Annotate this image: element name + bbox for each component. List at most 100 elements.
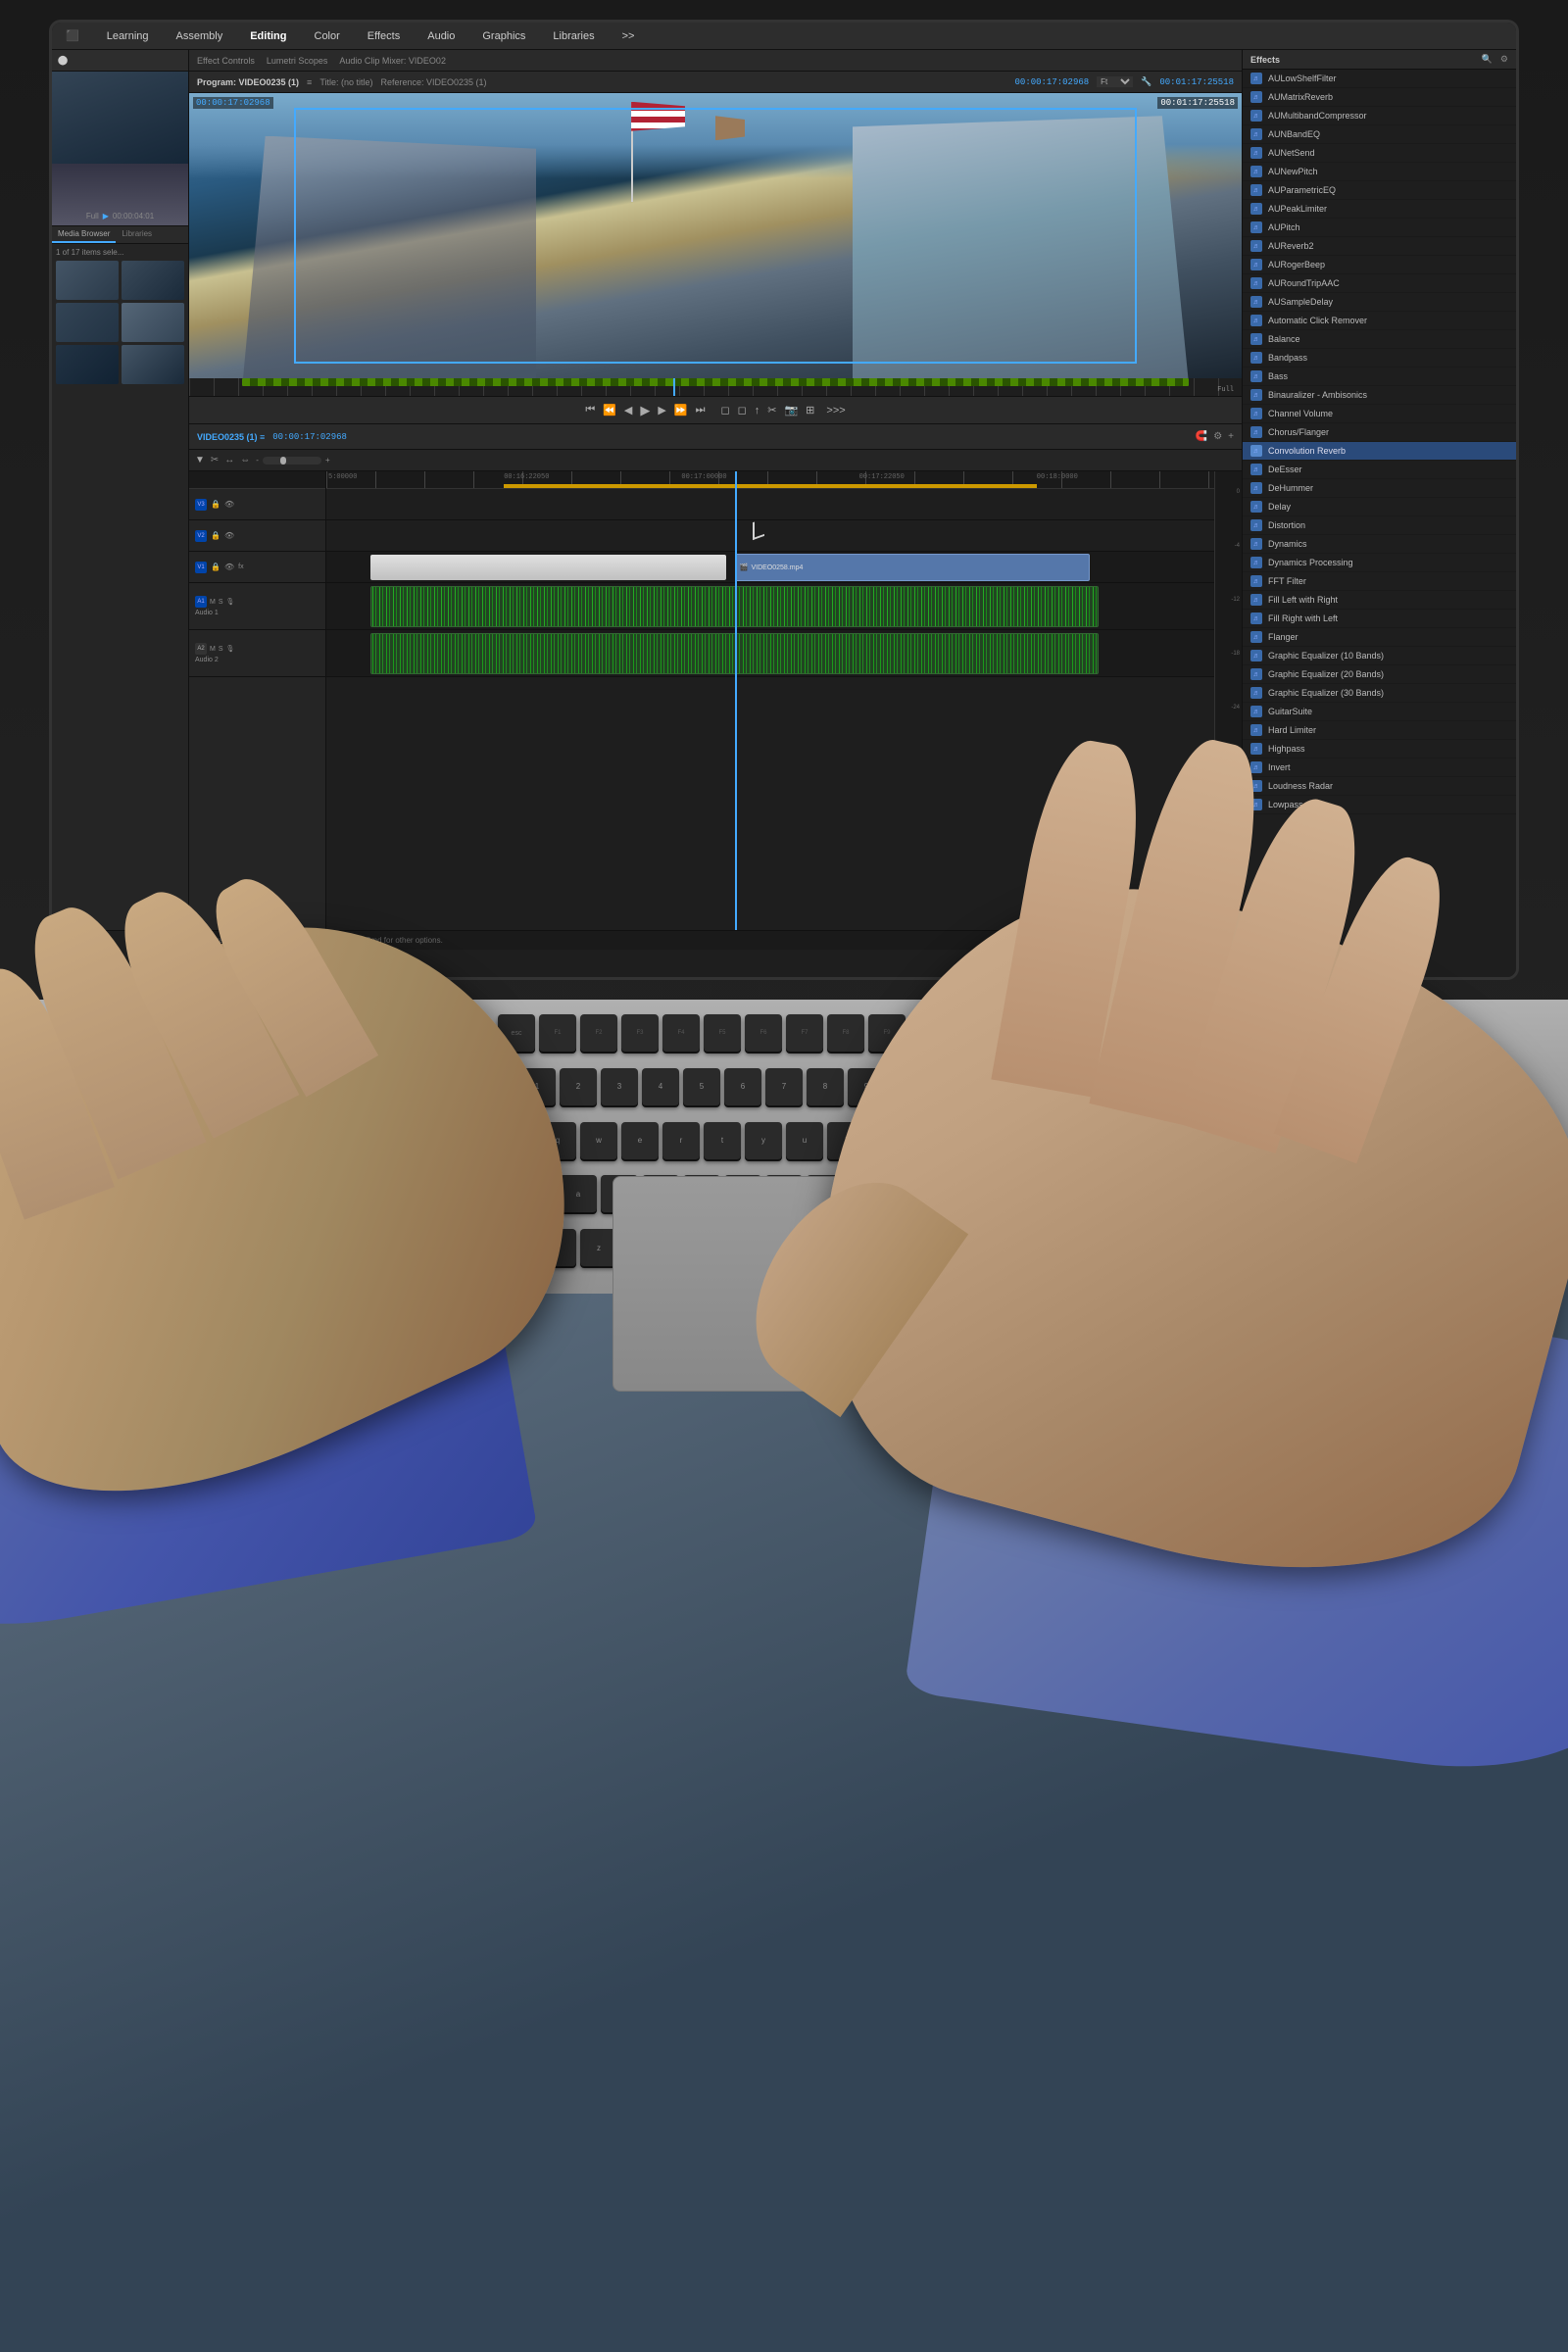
effect-controls-tab[interactable]: Effect Controls — [197, 56, 255, 66]
tool-slip[interactable]: ⇔ — [240, 455, 250, 466]
key-f11[interactable]: F11 — [951, 1014, 988, 1052]
menu-editing[interactable]: Editing — [244, 28, 292, 44]
key-o[interactable]: o — [868, 1122, 906, 1159]
effect-chorus[interactable]: ♬ Chorus/Flanger — [1243, 423, 1516, 442]
key-lshift[interactable]: shift — [459, 1229, 576, 1266]
key-tab[interactable]: tab — [457, 1122, 535, 1159]
list-icon[interactable]: ☰ — [71, 935, 78, 946]
tab-media-browser[interactable]: Media Browser — [52, 226, 116, 243]
key-f9[interactable]: F9 — [868, 1014, 906, 1052]
effect-au-newpitch[interactable]: ♬ AUNewPitch — [1243, 163, 1516, 181]
key-p[interactable]: p — [909, 1122, 947, 1159]
key-f12[interactable]: F12 — [992, 1014, 1029, 1052]
key-f5[interactable]: F5 — [704, 1014, 741, 1052]
v3-enable-btn[interactable]: V3 — [195, 499, 207, 511]
key-f8[interactable]: F8 — [827, 1014, 864, 1052]
effect-au-multiband[interactable]: ♬ AUMultibandCompressor — [1243, 107, 1516, 125]
timeline-seq-name[interactable]: VIDEO0235 (1) ≡ — [197, 432, 265, 442]
zoom-plus[interactable]: + — [325, 456, 330, 465]
key-delete[interactable]: delete — [1012, 1068, 1091, 1105]
effect-loudness[interactable]: ♬ Loudness Radar — [1243, 777, 1516, 796]
timeline-add-icon[interactable]: + — [1228, 431, 1234, 442]
effect-au-rogerbeep[interactable]: ♬ AURogerBeep — [1243, 256, 1516, 274]
effect-au-parametric[interactable]: ♬ AUParametricEQ — [1243, 181, 1516, 200]
effect-dehummer[interactable]: ♬ DeHummer — [1243, 479, 1516, 498]
effects-settings-icon[interactable]: ⚙ — [1500, 54, 1508, 65]
track-v1-content[interactable]: 🎬 VIDEO0258.mp4 — [326, 552, 1214, 583]
effect-fft[interactable]: ♬ FFT Filter — [1243, 572, 1516, 591]
key-rshift[interactable]: shift — [992, 1229, 1109, 1266]
track-v3-content[interactable] — [326, 489, 1214, 520]
key-f4[interactable]: F4 — [662, 1014, 700, 1052]
key-caps[interactable]: caps lock — [438, 1175, 556, 1212]
key-t[interactable]: t — [704, 1122, 741, 1159]
key-8[interactable]: 8 — [807, 1068, 844, 1105]
key-q[interactable]: q — [539, 1122, 576, 1159]
btn-step-fwd[interactable]: ▶ — [658, 404, 665, 416]
key-w[interactable]: w — [580, 1122, 617, 1159]
track-v2-content[interactable] — [326, 520, 1214, 552]
key-y[interactable]: y — [745, 1122, 782, 1159]
a1-s-btn[interactable]: S — [219, 599, 223, 606]
audio-clip-a2[interactable] — [370, 633, 1099, 674]
menu-assembly[interactable]: Assembly — [171, 28, 229, 44]
grid-icon[interactable]: ⊞ — [82, 935, 90, 946]
effect-fill-left[interactable]: ♬ Fill Left with Right — [1243, 591, 1516, 610]
zoom-slider[interactable] — [263, 457, 321, 465]
btn-export[interactable]: ⊞ — [806, 404, 814, 416]
key-6[interactable]: 6 — [724, 1068, 761, 1105]
key-0[interactable]: 0 — [889, 1068, 926, 1105]
tool-selection[interactable]: ▼ — [195, 455, 205, 466]
thumbnail-2[interactable] — [122, 261, 184, 300]
search-icon[interactable]: 🔍 — [56, 935, 67, 946]
sort-icon[interactable]: ↕ — [94, 936, 99, 946]
effect-binauralizer[interactable]: ♬ Binauralizer - Ambisonics — [1243, 386, 1516, 405]
timeline-settings-icon[interactable]: ⚙ — [1213, 431, 1222, 442]
clip-v1-empty[interactable] — [370, 555, 725, 580]
key-r[interactable]: r — [662, 1122, 700, 1159]
effect-au-lowshelf[interactable]: ♬ AULowShelfFilter — [1243, 70, 1516, 88]
key-2[interactable]: 2 — [560, 1068, 597, 1105]
v1-target-btn[interactable]: V1 — [195, 562, 207, 573]
key-quote[interactable]: ' — [971, 1175, 1008, 1212]
v2-eye-icon[interactable]: 👁 — [224, 531, 234, 540]
key-5[interactable]: 5 — [683, 1068, 720, 1105]
a2-target-btn[interactable]: A2 — [195, 643, 207, 655]
effects-search-icon[interactable]: 🔍 — [1482, 54, 1493, 65]
effect-au-peaklim[interactable]: ♬ AUPeakLimiter — [1243, 200, 1516, 219]
key-return[interactable]: return — [1012, 1175, 1130, 1212]
btn-mark-in[interactable]: ◻ — [720, 404, 729, 416]
lumetri-tab[interactable]: Lumetri Scopes — [267, 56, 328, 66]
a2-mic-icon[interactable]: 🎙 — [226, 645, 235, 653]
key-backtick[interactable]: ` — [477, 1068, 514, 1105]
thumbnail-6[interactable] — [122, 345, 184, 384]
effect-bandpass[interactable]: ♬ Bandpass — [1243, 349, 1516, 368]
effect-highpass[interactable]: ♬ Highpass — [1243, 740, 1516, 759]
key-esc[interactable]: esc — [498, 1014, 535, 1052]
effect-balance[interactable]: ♬ Balance — [1243, 330, 1516, 349]
effect-bass[interactable]: ♬ Bass — [1243, 368, 1516, 386]
v2-lock-icon[interactable]: 🔒 — [211, 531, 220, 540]
key-u[interactable]: u — [786, 1122, 823, 1159]
thumbnail-3[interactable] — [56, 303, 119, 342]
zoom-minus[interactable]: - — [256, 456, 259, 465]
audio-mixer-tab[interactable]: Audio Clip Mixer: VIDEO02 — [339, 56, 446, 66]
effect-lowpass[interactable]: ♬ Lowpass — [1243, 796, 1516, 814]
btn-next-frame[interactable]: ⏩ — [674, 404, 688, 416]
menu-more[interactable]: >> — [616, 28, 641, 44]
effect-convolution[interactable]: ♬ Convolution Reverb — [1243, 442, 1516, 461]
key-f3[interactable]: F3 — [621, 1014, 659, 1052]
effect-invert[interactable]: ♬ Invert — [1243, 759, 1516, 777]
btn-mark-out[interactable]: ◻ — [738, 404, 747, 416]
track-a2-content[interactable] — [326, 630, 1214, 677]
btn-to-start[interactable]: ⏮ — [585, 404, 595, 416]
effect-desser[interactable]: ♬ DeEsser — [1243, 461, 1516, 479]
key-3[interactable]: 3 — [601, 1068, 638, 1105]
key-f1[interactable]: F1 — [539, 1014, 576, 1052]
timeline-magnet-icon[interactable]: 🧲 — [1196, 431, 1207, 442]
menu-libraries[interactable]: Libraries — [547, 28, 600, 44]
btn-to-end[interactable]: ⏭ — [696, 404, 706, 416]
effect-flanger[interactable]: ♬ Flanger — [1243, 628, 1516, 647]
monitor-wrench-icon[interactable]: 🔧 — [1141, 76, 1152, 87]
btn-play[interactable]: ▶ — [640, 403, 650, 418]
